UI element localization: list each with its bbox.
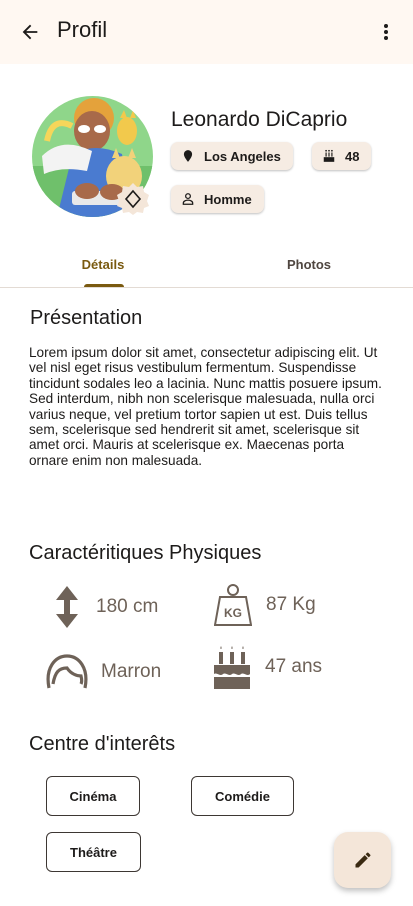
physical-title: Caractéritiques Physiques (29, 542, 262, 564)
age-value: 47 ans (265, 656, 323, 677)
height-value: 180 cm (96, 596, 159, 617)
gender-label: Homme (204, 191, 252, 207)
tab-details[interactable]: Détails (0, 240, 206, 288)
location-pin-icon (181, 149, 195, 163)
page-title: Profil (57, 17, 108, 42)
interest-chip-cinema[interactable]: Cinéma (46, 776, 140, 816)
svg-text:KG: KG (224, 606, 242, 620)
height-item: 180 cm (56, 586, 158, 628)
arrow-left-icon (22, 24, 38, 40)
edit-photo-icon (117, 183, 149, 215)
profile-tabs: Détails Photos (0, 240, 413, 288)
interest-chip-theatre[interactable]: Théâtre (46, 832, 141, 872)
hair-value: Marron (101, 661, 162, 682)
location-chip[interactable]: Los Angeles (171, 142, 293, 170)
age-label: 48 (345, 148, 360, 164)
age-chip[interactable]: 48 (312, 142, 372, 170)
tab-photos[interactable]: Photos (206, 240, 412, 288)
active-tab-indicator (84, 284, 124, 287)
back-button[interactable] (16, 18, 44, 46)
cake-icon (322, 149, 336, 163)
presentation-text: Lorem ipsum dolor sit amet, consectetur … (29, 345, 382, 468)
weight-item: KG 87 Kg (214, 584, 316, 626)
person-icon (181, 192, 195, 206)
top-app-bar: Profil (0, 0, 413, 64)
pencil-edit-icon (355, 852, 371, 868)
edit-photo-button[interactable] (116, 182, 150, 216)
age-item: 47 ans (214, 645, 322, 689)
interest-chip-comedie[interactable]: Comédie (191, 776, 294, 816)
birthday-cake-icon (214, 646, 250, 689)
interests-title: Centre d'interêts (29, 733, 176, 755)
location-label: Los Angeles (204, 148, 281, 164)
hair-icon (46, 654, 88, 689)
edit-profile-fab[interactable] (334, 832, 391, 888)
more-options-button[interactable] (372, 18, 400, 46)
weight-value: 87 Kg (266, 594, 316, 615)
gender-chip[interactable]: Homme (171, 185, 264, 213)
hair-item: Marron (45, 654, 161, 690)
weight-kg-icon: KG (214, 584, 252, 626)
profile-avatar-container[interactable] (32, 96, 153, 217)
presentation-title: Présentation (30, 307, 143, 329)
more-vert-icon (384, 24, 388, 40)
profile-name: Leonardo DiCaprio (171, 108, 348, 131)
height-arrows-icon (56, 586, 78, 628)
